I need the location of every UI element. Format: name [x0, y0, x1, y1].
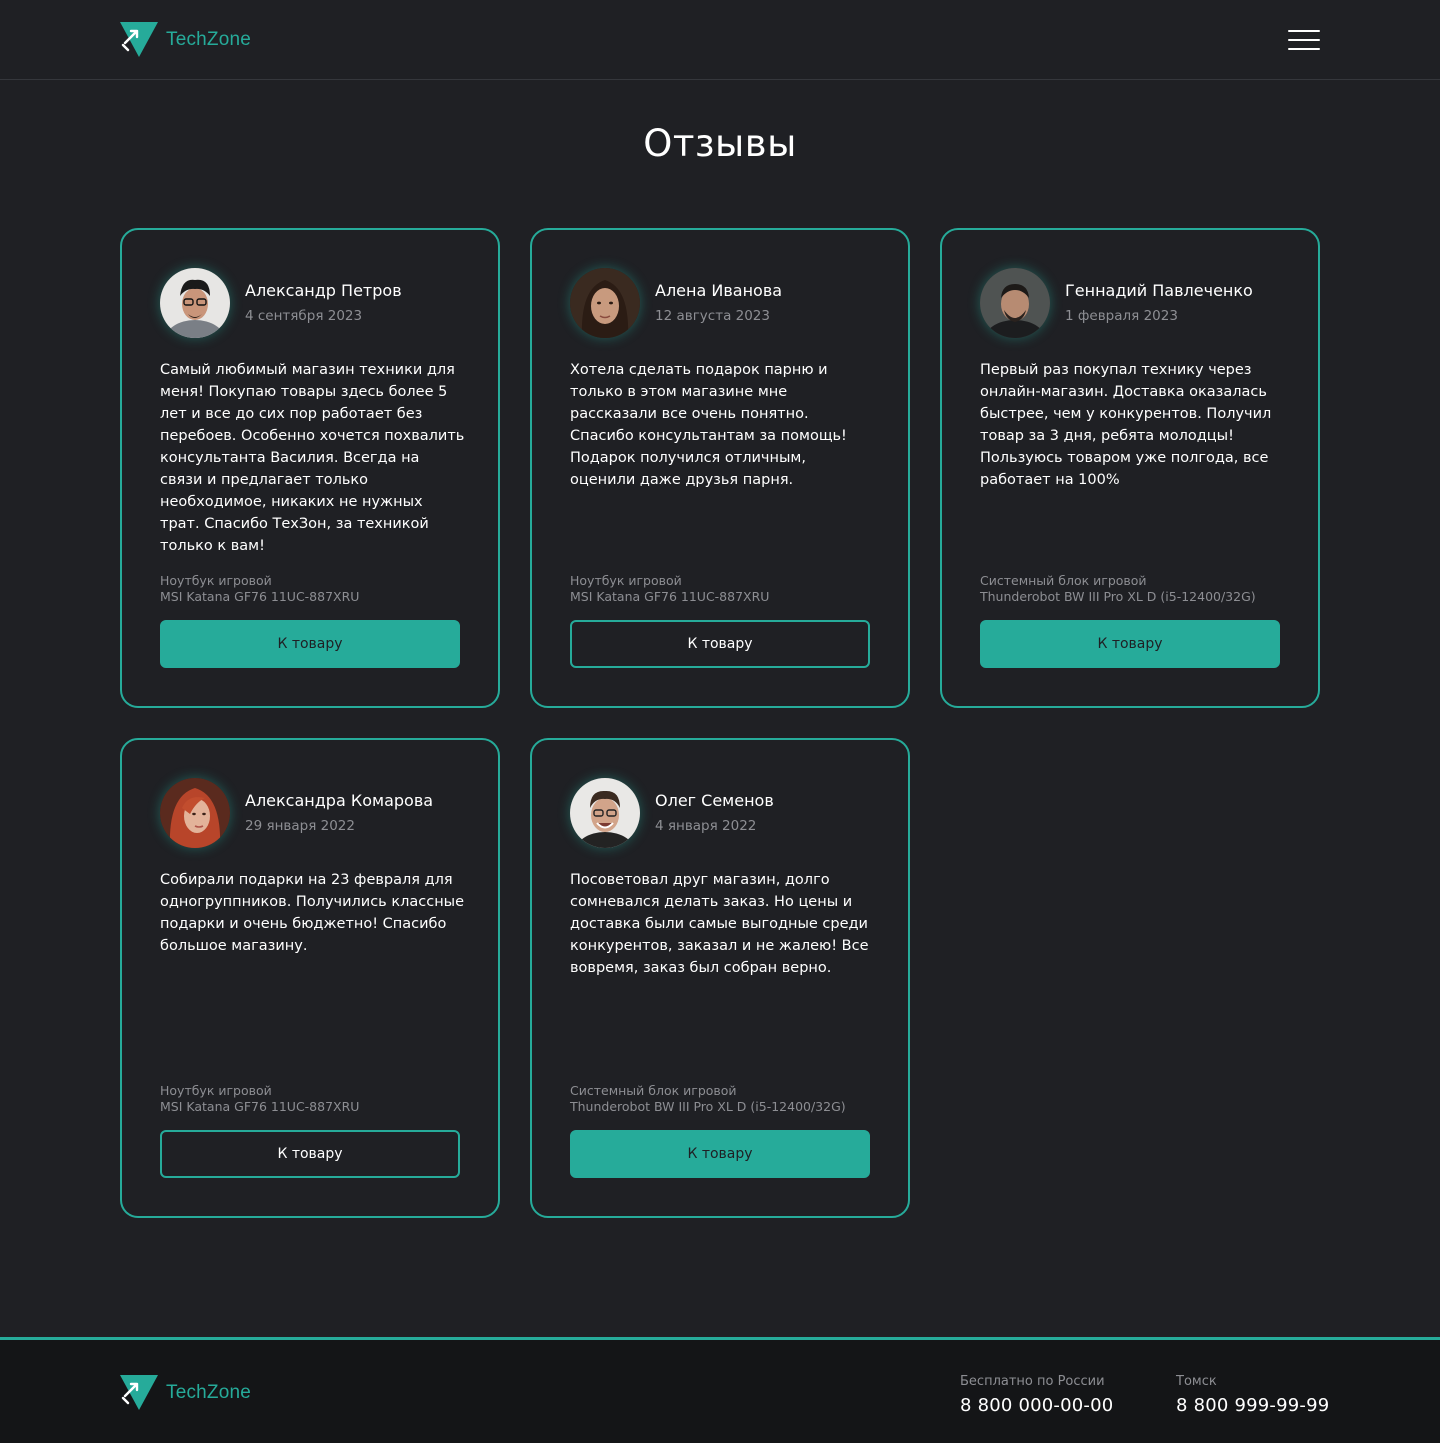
- review-text: Посоветовал друг магазин, долго сомневал…: [570, 872, 869, 976]
- contact-label: Томск: [1176, 1374, 1217, 1389]
- product-model: MSI Katana GF76 11UC-887XRU: [570, 589, 770, 604]
- avatar: [570, 778, 640, 848]
- review-text: Собирали подарки на 23 февраля для одног…: [160, 872, 465, 954]
- avatar: [570, 268, 640, 338]
- product-category: Системный блок игровой: [980, 573, 1147, 588]
- product-category: Системный блок игровой: [570, 1083, 737, 1098]
- product-model: Thunderobot BW III Pro XL D (i5-12400/32…: [980, 589, 1256, 604]
- brand-name: TechZone: [166, 28, 252, 50]
- product-category: Ноутбук игровой: [160, 1083, 272, 1098]
- product-model: Thunderobot BW III Pro XL D (i5-12400/32…: [570, 1099, 846, 1114]
- avatar: [160, 778, 230, 848]
- avatar: [160, 268, 230, 338]
- avatar: [980, 268, 1050, 338]
- review-date: 1 февраля 2023: [1065, 308, 1178, 324]
- contact-russia: Бесплатно по России 8 800 000-00-00: [960, 1374, 1113, 1416]
- site-footer: TechZone Бесплатно по России 8 800 000-0…: [0, 1337, 1440, 1443]
- product-model: MSI Katana GF76 11UC-887XRU: [160, 589, 360, 604]
- review-text: Хотела сделать подарок парню и только в …: [570, 362, 847, 488]
- go-to-product-button[interactable]: К товару: [570, 620, 870, 668]
- contact-label: Бесплатно по России: [960, 1374, 1105, 1389]
- go-to-product-button[interactable]: К товару: [160, 620, 460, 668]
- review-card: Алена Иванова 12 августа 2023 Хотела сде…: [530, 228, 910, 708]
- footer-logo[interactable]: TechZone: [120, 1375, 251, 1410]
- review-date: 4 сентября 2023: [245, 308, 363, 324]
- review-card: Александр Петров 4 сентября 2023 Самый л…: [120, 228, 500, 708]
- review-date: 29 января 2022: [245, 818, 355, 834]
- page-title: Отзывы: [643, 122, 797, 165]
- review-card: Александра Комарова 29 января 2022 Собир…: [120, 738, 500, 1218]
- go-to-product-button[interactable]: К товару: [570, 1130, 870, 1178]
- product-category: Ноутбук игровой: [570, 573, 682, 588]
- review-date: 12 августа 2023: [655, 308, 770, 324]
- product-category: Ноутбук игровой: [160, 573, 272, 588]
- contact-tomsk: Томск 8 800 999-99-99: [1176, 1374, 1329, 1416]
- author-name: Алена Иванова: [655, 281, 783, 300]
- review-text: Первый раз покупал технику через онлайн-…: [980, 362, 1272, 488]
- review-text: Самый любимый магазин техники для меня! …: [160, 362, 465, 554]
- go-to-product-button[interactable]: К товару: [160, 1130, 460, 1178]
- hamburger-menu-icon[interactable]: [1288, 30, 1320, 50]
- author-name: Александра Комарова: [245, 791, 434, 810]
- review-date: 4 января 2022: [655, 818, 757, 834]
- phone-link[interactable]: 8 800 000-00-00: [960, 1395, 1113, 1416]
- go-to-product-button[interactable]: К товару: [980, 620, 1280, 668]
- product-model: MSI Katana GF76 11UC-887XRU: [160, 1099, 360, 1114]
- site-header: TechZone: [0, 0, 1440, 80]
- techzone-logo-icon: [120, 22, 158, 57]
- author-name: Геннадий Павлеченко: [1065, 281, 1253, 300]
- author-name: Александр Петров: [245, 281, 402, 300]
- review-card: Олег Семенов 4 января 2022 Посоветовал д…: [530, 738, 910, 1218]
- brand-name: TechZone: [166, 1381, 252, 1403]
- review-card: Геннадий Павлеченко 1 февраля 2023 Первы…: [940, 228, 1320, 708]
- techzone-logo-icon: [120, 1375, 158, 1410]
- phone-link[interactable]: 8 800 999-99-99: [1176, 1395, 1329, 1416]
- header-logo[interactable]: TechZone: [120, 22, 251, 57]
- author-name: Олег Семенов: [655, 791, 774, 810]
